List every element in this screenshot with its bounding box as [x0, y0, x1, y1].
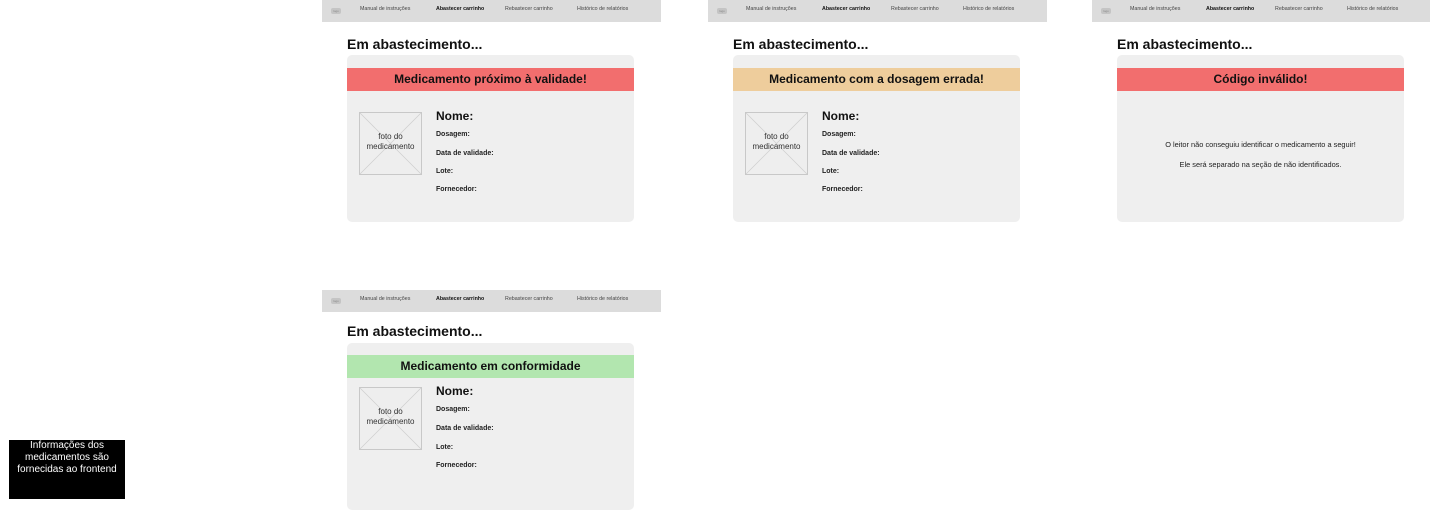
- logo-icon[interactable]: logo: [1101, 8, 1111, 14]
- logo-icon[interactable]: logo: [331, 298, 341, 304]
- top-nav-bar: logo Manual de instruções Abastecer carr…: [708, 0, 1047, 22]
- nav-manual[interactable]: Manual de instruções: [1130, 6, 1180, 12]
- field-supplier: Fornecedor:: [436, 186, 477, 193]
- page-title: Em abastecimento...: [733, 36, 869, 52]
- top-nav-bar: logo Manual de instruções Abastecer carr…: [322, 0, 661, 22]
- status-banner: Medicamento em conformidade: [347, 355, 634, 378]
- status-banner: Medicamento próximo à validade!: [347, 68, 634, 91]
- medication-photo-placeholder: foto do medicamento: [359, 387, 422, 450]
- photo-label: foto do medicamento: [366, 132, 415, 151]
- photo-label: foto do medicamento: [752, 132, 801, 151]
- screen-invalid-code: logo Manual de instruções Abastecer carr…: [1092, 0, 1430, 225]
- field-batch: Lote:: [436, 168, 454, 175]
- screen-wrong-dosage: logo Manual de instruções Abastecer carr…: [708, 0, 1047, 225]
- field-dosage: Dosagem:: [822, 131, 856, 138]
- medication-card: Código inválido! O leitor não conseguiu …: [1117, 55, 1404, 222]
- field-expiry: Data de validade:: [436, 425, 494, 432]
- nav-manual[interactable]: Manual de instruções: [360, 6, 410, 12]
- nav-rebastecer[interactable]: Rebastecer carrinho: [1275, 6, 1323, 12]
- logo-icon[interactable]: logo: [331, 8, 341, 14]
- page-title: Em abastecimento...: [1117, 36, 1253, 52]
- field-name: Nome:: [436, 109, 474, 123]
- nav-manual[interactable]: Manual de instruções: [746, 6, 796, 12]
- field-name: Nome:: [436, 384, 474, 398]
- nav-rebastecer[interactable]: Rebastecer carrinho: [505, 6, 553, 12]
- nav-rebastecer[interactable]: Rebastecer carrinho: [505, 296, 553, 302]
- field-expiry: Data de validade:: [436, 150, 494, 157]
- top-nav-bar: logo Manual de instruções Abastecer carr…: [322, 290, 661, 312]
- medication-photo-placeholder: foto do medicamento: [745, 112, 808, 175]
- field-batch: Lote:: [822, 168, 840, 175]
- nav-abastecer[interactable]: Abastecer carrinho: [1206, 6, 1254, 12]
- field-dosage: Dosagem:: [436, 131, 470, 138]
- field-supplier: Fornecedor:: [436, 462, 477, 469]
- nav-historico[interactable]: Histórico de relatórios: [963, 6, 1014, 12]
- nav-historico[interactable]: Histórico de relatórios: [1347, 6, 1398, 12]
- logo-icon[interactable]: logo: [717, 8, 727, 14]
- nav-abastecer[interactable]: Abastecer carrinho: [822, 6, 870, 12]
- status-banner: Código inválido!: [1117, 68, 1404, 91]
- nav-manual[interactable]: Manual de instruções: [360, 296, 410, 302]
- error-message-line2: Ele será separado na seção de não identi…: [1179, 160, 1342, 169]
- field-name: Nome:: [822, 109, 860, 123]
- nav-historico[interactable]: Histórico de relatórios: [577, 6, 628, 12]
- photo-label: foto do medicamento: [366, 407, 415, 426]
- medication-card: Medicamento em conformidade foto do medi…: [347, 343, 634, 510]
- screen-compliant: logo Manual de instruções Abastecer carr…: [322, 290, 661, 515]
- field-dosage: Dosagem:: [436, 406, 470, 413]
- page-title: Em abastecimento...: [347, 36, 483, 52]
- medication-photo-placeholder: foto do medicamento: [359, 112, 422, 175]
- nav-abastecer[interactable]: Abastecer carrinho: [436, 296, 484, 302]
- status-banner: Medicamento com a dosagem errada!: [733, 68, 1020, 91]
- screen-expiry-warning: logo Manual de instruções Abastecer carr…: [322, 0, 661, 225]
- nav-rebastecer[interactable]: Rebastecer carrinho: [891, 6, 939, 12]
- nav-historico[interactable]: Histórico de relatórios: [577, 296, 628, 302]
- medication-card: Medicamento próximo à validade! foto do …: [347, 55, 634, 222]
- nav-abastecer[interactable]: Abastecer carrinho: [436, 6, 484, 12]
- top-nav-bar: logo Manual de instruções Abastecer carr…: [1092, 0, 1430, 22]
- error-message-line1: O leitor não conseguiu identificar o med…: [1165, 140, 1356, 149]
- field-expiry: Data de validade:: [822, 150, 880, 157]
- medication-card: Medicamento com a dosagem errada! foto d…: [733, 55, 1020, 222]
- annotation-note: Informações dos medicamentos são forneci…: [9, 440, 125, 499]
- page-title: Em abastecimento...: [347, 323, 483, 339]
- field-batch: Lote:: [436, 444, 454, 451]
- field-supplier: Fornecedor:: [822, 186, 863, 193]
